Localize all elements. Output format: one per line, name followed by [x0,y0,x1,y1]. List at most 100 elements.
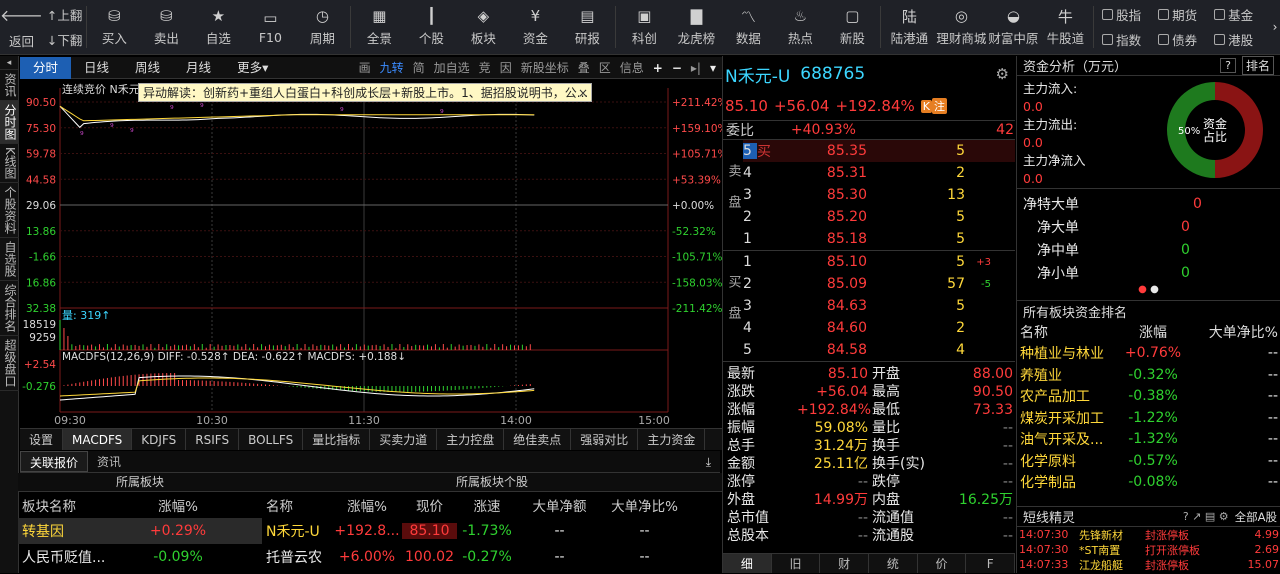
sector-rank-row[interactable]: 煤炭开采加工 -1.22% -- [1017,407,1280,429]
order-level[interactable]: 1 85.18 5 [743,228,1015,250]
quote-bottom-tab[interactable]: 细 [723,554,772,573]
chart-tool[interactable]: 因 [500,59,512,76]
short-feed-row[interactable]: 14:07:30 先锋新材 封涨停板 4.99 [1017,527,1280,542]
col-name[interactable]: 名称 [1020,322,1118,342]
chart-tool[interactable]: + [653,61,663,75]
chart-tool[interactable]: 九转 [380,59,404,76]
rank-button[interactable]: 排名 [1241,56,1274,75]
chart-tool[interactable]: − [672,61,682,75]
period-tab[interactable]: 更多▾ [224,57,281,79]
toolbar-clock-button[interactable]: ◷ 周期 [296,0,348,54]
sidebar-collapse-icon[interactable]: ◂ [0,56,18,70]
col-sector-name[interactable]: 板块名称 [18,495,128,515]
page-dots[interactable]: ● ● [1017,284,1280,300]
chart-tool[interactable]: 新股坐标 [521,59,569,76]
toolbar-ipo-button[interactable]: ▢ 新股 [826,0,878,54]
sector-rank-row[interactable]: 化学原料 -0.57% -- [1017,450,1280,472]
toolbar-grid-button[interactable]: ▦ 全景 [353,0,405,54]
order-level[interactable]: 1 85.10 5 +3 [743,251,1015,273]
order-level[interactable]: 5 84.58 4 [743,339,1015,361]
toolbar-bars-button[interactable]: ▇ 龙虎榜 [670,0,722,54]
chart-canvas[interactable]: 90.50 +211.42% 75.30 +159.10% 59.78 +105.71% 4… [20,80,722,426]
sidebar-tab[interactable]: K线图 [0,144,19,183]
toolbar-f10-button[interactable]: ▭ F10 [244,0,296,54]
order-level[interactable]: 4 85.31 2 [743,162,1015,184]
col-header[interactable]: 涨速 [457,495,517,515]
col-header[interactable]: 名称 [262,495,332,515]
order-level[interactable]: 5 买 85.35 5 [743,140,1015,162]
short-feed-filter[interactable]: 全部A股 [1235,509,1277,525]
chart-tool[interactable]: 加自选 [434,59,470,76]
related-subtab[interactable]: 资讯 [88,451,130,472]
col-header[interactable]: 现价 [402,495,457,515]
table-row[interactable]: N禾元-U +192.8... 85.10 -1.73% -- -- [262,518,722,544]
indicator-tab[interactable]: 设置 [20,429,64,450]
indicator-tab[interactable]: 买卖力道 [370,429,438,450]
order-level[interactable]: 2 85.09 57 -5 [743,273,1015,295]
sidebar-tab[interactable]: 自选股 [0,238,19,281]
k-badge[interactable]: K [920,99,932,113]
period-tab[interactable]: 周线 [122,57,173,79]
indicator-tab[interactable]: KDJFS [132,429,187,450]
toolbar-star-button[interactable]: ★ 自选 [192,0,244,54]
col-ratio[interactable]: 大单净比% [1188,322,1278,342]
toolbar-candle-button[interactable]: ┃ 个股 [405,0,457,54]
indicator-tab[interactable]: 主力资金 [638,429,706,450]
sector-rank-row[interactable]: 化学制品 -0.08% -- [1017,472,1280,494]
short-feed-tools-icon[interactable]: ? ↗ ▤ ⚙ [1183,510,1229,523]
page-down-button[interactable]: ↓下翻 [47,30,84,49]
toolbar-chip-button[interactable]: ▣ 科创 [618,0,670,54]
toolbar-bull-button[interactable]: 牛牛股道 [1039,0,1091,54]
table-row[interactable]: 托普云农 +6.00% 100.02 -0.27% -- -- [262,544,722,570]
order-level[interactable]: 4 84.60 2 [743,317,1015,339]
exchange-港股[interactable]: 港股 [1214,27,1270,52]
exchange-指数[interactable]: 指数 [1102,27,1158,52]
exchange-期货[interactable]: 期货 [1158,2,1214,27]
quote-bottom-tab[interactable]: F [966,554,1016,573]
chart-tool[interactable]: 叠 [578,59,590,76]
toolbar-report-button[interactable]: ▤ 研报 [561,0,613,54]
order-level[interactable]: 3 85.30 13 [743,184,1015,206]
chart-tool[interactable]: 信息 [620,59,644,76]
order-level[interactable]: 2 85.20 5 [743,206,1015,228]
short-feed-row[interactable]: 14:07:33 江龙船艇 封涨停板 15.07 [1017,557,1280,572]
more-arrow-icon[interactable]: › [1270,0,1280,54]
toolbar-target-button[interactable]: ◎ 理财商城 [935,0,987,54]
chart-tool[interactable]: 竞 [479,59,491,76]
sector-rank-row[interactable]: 养殖业 -0.32% -- [1017,364,1280,386]
quote-bottom-tab[interactable]: 统 [869,554,918,573]
toolbar-sell-button[interactable]: ⛁ 卖出 [140,0,192,54]
sidebar-tab[interactable]: 综合排名 [0,281,19,336]
indicator-tab[interactable]: BOLLFS [239,429,304,450]
col-header[interactable]: 大单净额 [517,495,602,515]
chart-tool[interactable]: ▸| [691,61,701,75]
col-change[interactable]: 涨幅 [1118,322,1188,342]
note-badge[interactable]: 注 [932,98,947,114]
exchange-债券[interactable]: 债券 [1158,27,1214,52]
col-header[interactable]: 涨幅% [332,495,402,515]
intraday-chart[interactable]: 90.50 +211.42% 75.30 +159.10% 59.78 +105.71% 4… [20,80,722,426]
col-header[interactable]: 大单净比% [602,495,687,515]
indicator-tab[interactable]: 量比指标 [303,429,371,450]
toolbar-ingot-button[interactable]: ◒ 财富中原 [987,0,1039,54]
sidebar-tab[interactable]: 超级盘口 [0,336,19,391]
col-sector-change[interactable]: 涨幅% [128,495,228,515]
toolbar-linechart-button[interactable]: 〽数据 [722,0,774,54]
sector-rank-row[interactable]: 农产品加工 -0.38% -- [1017,386,1280,408]
toolbar-lu-button[interactable]: 陆陆港通 [883,0,935,54]
toolbar-yen-button[interactable]: ¥ 资金 [509,0,561,54]
sector-rank-row[interactable]: 油气开采及... -1.32% -- [1017,429,1280,451]
chart-tool[interactable]: 简 [413,59,425,76]
sector-rank-row[interactable]: 种植业与林业 +0.76% -- [1017,343,1280,365]
back-button[interactable]: 🡐 返回 [0,0,43,54]
download-icon[interactable]: ⤓ [697,451,720,472]
order-level[interactable]: 3 84.63 5 [743,295,1015,317]
toolbar-flame-button[interactable]: ♨ 热点 [774,0,826,54]
indicator-tab[interactable]: RSIFS [186,429,240,450]
short-feed-row[interactable]: 14:07:30 *ST南置 打开涨停板 2.69 [1017,542,1280,557]
period-tab[interactable]: 月线 [173,57,224,79]
chart-tool[interactable]: 画 [359,59,371,76]
sidebar-tab[interactable]: 个股资料 [0,183,19,238]
close-icon[interactable]: × [578,84,588,101]
exchange-基金[interactable]: 基金 [1214,2,1270,27]
